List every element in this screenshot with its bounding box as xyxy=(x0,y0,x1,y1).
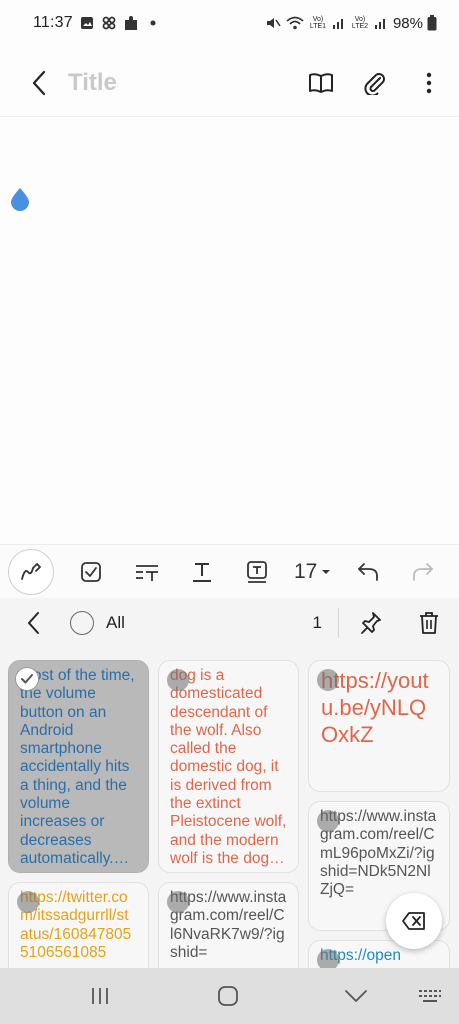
checkbox-icon xyxy=(81,561,102,582)
back-button[interactable] xyxy=(26,65,52,101)
clipboard-header: All 1 xyxy=(0,598,459,648)
dropdown-arrow-icon xyxy=(322,569,331,574)
note-editor[interactable] xyxy=(0,117,459,544)
select-all-radio[interactable] xyxy=(70,611,94,635)
book-icon xyxy=(309,73,333,93)
home-icon xyxy=(218,986,238,1006)
keyboard-switch-button[interactable] xyxy=(406,976,454,1016)
clip-select-dot[interactable] xyxy=(167,891,189,913)
reading-mode-button[interactable] xyxy=(305,67,337,99)
status-bar: 11:37 Vo) LTE1 Vo) LTE2 98% xyxy=(0,0,459,46)
selected-count: 1 xyxy=(312,613,322,632)
redo-icon xyxy=(413,562,434,581)
clip-select-dot[interactable] xyxy=(317,949,339,968)
undo-icon xyxy=(358,562,378,581)
clip-item[interactable]: https://twitter.com/itssadgurrll/status/… xyxy=(8,882,149,968)
back-icon xyxy=(32,70,46,96)
select-all-label: All xyxy=(106,613,125,632)
battery-icon xyxy=(427,15,437,31)
chevron-left-icon xyxy=(28,612,39,634)
underline-text-icon xyxy=(192,562,211,582)
status-time: 11:37 xyxy=(33,14,73,31)
delete-button[interactable] xyxy=(413,607,445,639)
text-style-icon xyxy=(135,564,158,581)
signal2-icon xyxy=(373,15,389,31)
pin-button[interactable] xyxy=(355,607,387,639)
backspace-icon xyxy=(402,912,425,930)
attach-button[interactable] xyxy=(359,67,391,99)
attach-icon xyxy=(364,73,385,95)
clip-item[interactable]: https://www.instagram.com/reel/Cl6NvaRK7… xyxy=(158,882,299,968)
selected-check-icon[interactable] xyxy=(15,667,39,691)
backspace-button[interactable] xyxy=(386,893,442,949)
sim1-label: Vo) LTE1 xyxy=(309,16,327,30)
clip-item[interactable]: dog is a domesticated descendant of the … xyxy=(158,660,299,873)
mute-icon xyxy=(265,15,281,31)
system-nav-bar xyxy=(0,968,459,1024)
header-vertical-divider xyxy=(338,608,339,638)
puzzle-icon xyxy=(123,15,139,31)
status-right: Vo) LTE1 Vo) LTE2 98% xyxy=(265,15,437,32)
pen-tool-button[interactable] xyxy=(8,548,54,595)
keyboard-icon xyxy=(419,990,441,1002)
font-size-value: 17 xyxy=(293,559,318,583)
wifi-icon xyxy=(285,15,305,31)
clip-select-dot[interactable] xyxy=(317,810,339,832)
pen-icon xyxy=(20,562,41,580)
checkbox-tool-button[interactable] xyxy=(64,549,119,595)
text-cursor-handle[interactable] xyxy=(10,187,30,211)
text-style-button[interactable] xyxy=(119,549,174,595)
font-size-selector[interactable]: 17 xyxy=(285,549,340,595)
chevron-down-icon xyxy=(345,990,367,1002)
signal1-icon xyxy=(331,15,347,31)
clipboard-back-button[interactable] xyxy=(18,605,48,641)
clip-item[interactable]: https://youtu.be/yNLQOxkZ xyxy=(308,660,450,792)
clip-item-text: Most of the time, the volume button on a… xyxy=(20,667,135,869)
clipboard-actions xyxy=(355,607,445,639)
more-icon xyxy=(426,72,432,94)
clip-item-selected[interactable]: Most of the time, the volume button on a… xyxy=(8,660,149,873)
title-input[interactable] xyxy=(68,69,288,97)
text-box-button[interactable] xyxy=(230,549,285,595)
clip-select-dot[interactable] xyxy=(317,669,339,691)
undo-button[interactable] xyxy=(340,549,395,595)
gallery-icon xyxy=(79,15,95,31)
recent-apps-icon xyxy=(92,988,108,1004)
clip-select-dot[interactable] xyxy=(167,669,189,691)
trash-icon xyxy=(420,612,438,634)
recent-apps-button[interactable] xyxy=(76,976,124,1016)
title-actions xyxy=(305,67,445,99)
home-button[interactable] xyxy=(204,976,252,1016)
text-box-icon xyxy=(247,560,268,583)
more-options-button[interactable] xyxy=(413,67,445,99)
pin-icon xyxy=(361,612,381,634)
hide-keyboard-button[interactable] xyxy=(332,976,380,1016)
clip-select-dot[interactable] xyxy=(17,891,39,913)
notification-dot-icon xyxy=(145,15,161,31)
sim2-label: Vo) LTE2 xyxy=(351,16,369,30)
clip-item-text: dog is a domesticated descendant of the … xyxy=(170,667,287,869)
title-bar xyxy=(0,56,459,110)
editing-toolbar: 17 xyxy=(0,544,459,598)
status-left: 11:37 xyxy=(33,14,161,32)
redo-button[interactable] xyxy=(396,549,451,595)
pinwheel-icon xyxy=(101,15,117,31)
battery-percent: 98% xyxy=(392,14,423,32)
underline-text-button[interactable] xyxy=(174,549,229,595)
cursor-drop-icon xyxy=(11,188,29,211)
